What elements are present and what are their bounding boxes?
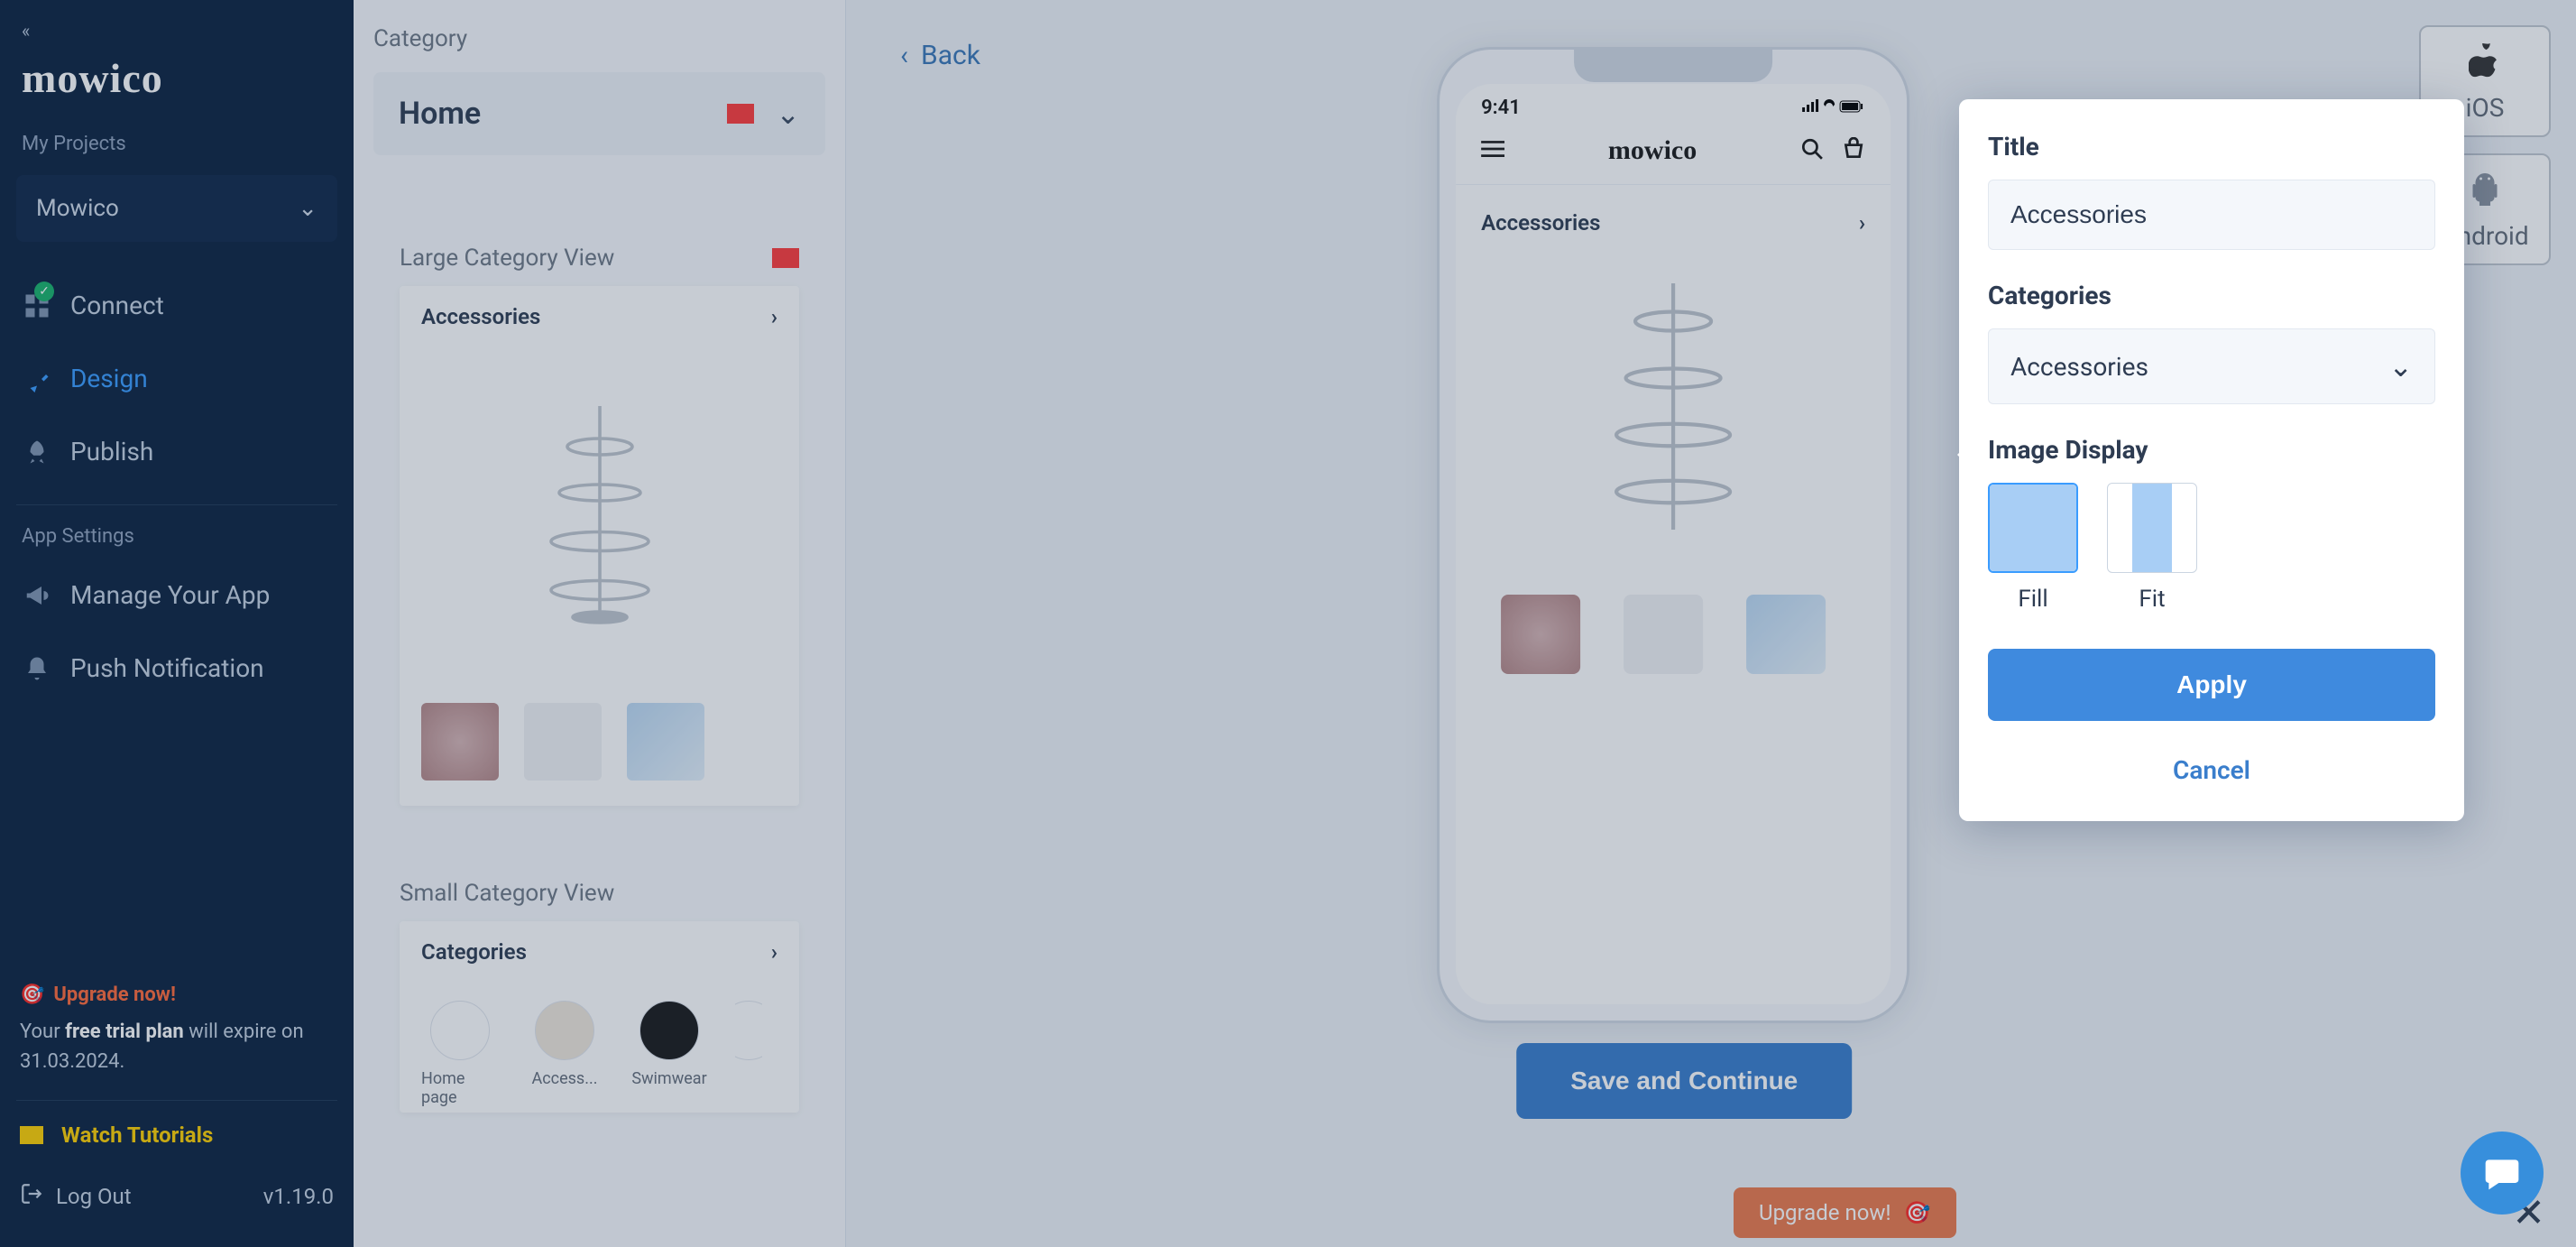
android-icon	[2469, 171, 2501, 214]
title-input[interactable]	[1988, 180, 2435, 250]
phone-category-bar: Accessories ›	[1456, 185, 1891, 261]
image-display-label: Image Display	[1988, 435, 2435, 465]
apply-button[interactable]: Apply	[1988, 649, 2435, 721]
small-cat-item	[735, 1001, 762, 1107]
divider	[16, 1100, 337, 1101]
small-cat-item: Home page	[421, 1001, 499, 1107]
collapse-sidebar-button[interactable]: «	[0, 16, 354, 54]
apple-icon	[2469, 43, 2501, 86]
ticket-icon	[772, 248, 799, 268]
property-panel: Title Categories Accessories ⌄ Image Dis…	[1959, 99, 2464, 821]
page-name: Home	[399, 96, 481, 132]
chat-icon	[2482, 1153, 2522, 1193]
project-selector[interactable]: Mowico ⌄	[16, 175, 337, 242]
nav-label: Publish	[70, 437, 153, 466]
rocket-icon	[23, 439, 51, 466]
logo: mowico	[0, 54, 354, 116]
nav-publish[interactable]: Publish	[0, 415, 354, 488]
cancel-button[interactable]: Cancel	[1988, 739, 2435, 790]
trial-text: Your free trial plan will expire on 31.0…	[20, 1017, 334, 1076]
project-name: Mowico	[36, 195, 119, 222]
product-main-image	[400, 347, 799, 681]
phone-thumbs	[1456, 559, 1891, 710]
sidebar: « mowico My Projects Mowico ⌄ ✓ Connect …	[0, 0, 354, 1247]
check-badge-icon: ✓	[34, 282, 54, 301]
hamburger-icon	[1481, 140, 1504, 162]
upgrade-banner-button[interactable]: Upgrade now! 🎯	[1734, 1187, 1956, 1238]
chevron-right-icon: ›	[771, 304, 777, 329]
nav-push-notification[interactable]: Push Notification	[0, 632, 354, 705]
thumb-image	[1501, 595, 1580, 674]
large-preview: Accessories ›	[400, 286, 799, 806]
config-panel: Category Home ⌄ Large Category View Acce…	[354, 0, 846, 1247]
pin-icon	[23, 365, 51, 393]
search-icon	[1800, 137, 1824, 164]
small-cat-item: Access...	[526, 1001, 603, 1107]
trial-info: 🎯 Upgrade now! Your free trial plan will…	[0, 964, 354, 1084]
upgrade-link[interactable]: 🎯 Upgrade now!	[20, 980, 176, 1010]
nav-label: Push Notification	[70, 653, 264, 683]
megaphone-icon	[23, 582, 51, 609]
back-button[interactable]: ‹ Back	[882, 22, 998, 71]
thumb-image	[524, 703, 602, 781]
app-settings-label: App Settings	[0, 509, 354, 559]
nav-connect[interactable]: ✓ Connect	[0, 269, 354, 342]
page-selector[interactable]: Home ⌄	[373, 72, 825, 155]
thumb-image	[1624, 595, 1703, 674]
nav-design[interactable]: Design	[0, 342, 354, 415]
thumb-image	[627, 703, 704, 781]
status-time: 9:41	[1481, 97, 1521, 119]
chevron-down-icon: ⌄	[2388, 349, 2413, 383]
categories-select[interactable]: Accessories ⌄	[1988, 328, 2435, 404]
chat-button[interactable]	[2461, 1132, 2544, 1215]
phone-main-image	[1456, 261, 1891, 559]
bell-icon	[23, 655, 51, 682]
watch-tutorials-link[interactable]: Watch Tutorials	[0, 1104, 354, 1166]
divider	[16, 504, 337, 505]
version-label: v1.19.0	[263, 1184, 334, 1209]
upgrade-banner: Upgrade now! 🎯 ✕	[1692, 1178, 2576, 1247]
basket-icon	[1842, 137, 1865, 164]
large-view-label: Large Category View	[400, 245, 614, 272]
ticket-icon	[20, 1126, 43, 1144]
thumb-image	[1746, 595, 1826, 674]
chevron-right-icon: ›	[1859, 210, 1865, 236]
status-icons	[1802, 97, 1865, 119]
chevron-down-icon: ⌄	[298, 195, 317, 222]
save-continue-button[interactable]: Save and Continue	[1516, 1043, 1852, 1119]
thumb-image	[421, 703, 499, 781]
phone-preview: 9:41	[1437, 47, 1909, 1023]
large-category-card[interactable]: Large Category View Accessories ›	[373, 229, 825, 828]
my-projects-label: My Projects	[0, 116, 354, 166]
nav-label: Design	[70, 364, 148, 393]
brand-text: mowico	[22, 55, 163, 101]
image-display-fit-option[interactable]: Fit	[2107, 483, 2197, 613]
categories-label: Categories	[1988, 281, 2435, 310]
chevron-right-icon: ›	[771, 939, 777, 965]
phone-logo: mowico	[1504, 135, 1800, 166]
nav-manage-app[interactable]: Manage Your App	[0, 559, 354, 632]
thumbs-row	[400, 681, 799, 806]
nav-label: Manage Your App	[70, 580, 270, 610]
logout-icon	[20, 1182, 43, 1211]
config-title: Category	[373, 25, 825, 52]
target-icon: 🎯	[1904, 1200, 1931, 1225]
image-display-fill-option[interactable]: Fill	[1988, 483, 2078, 613]
ticket-icon	[727, 104, 754, 124]
small-cat-item: Swimwear	[630, 1001, 708, 1107]
logout-button[interactable]: Log Out	[20, 1182, 132, 1211]
target-icon: 🎯	[20, 980, 44, 1010]
preview-category-name: Accessories	[421, 304, 540, 329]
chevron-left-icon: ‹	[900, 40, 908, 71]
small-categories-header: Categories	[421, 939, 527, 965]
small-view-label: Small Category View	[400, 880, 614, 907]
phone-notch	[1574, 50, 1772, 82]
small-preview: Categories › Home page Access... Swimwea…	[400, 921, 799, 1113]
nav-label: Connect	[70, 291, 164, 320]
chevron-down-icon: ⌄	[776, 97, 800, 131]
title-label: Title	[1988, 132, 2435, 162]
small-category-card[interactable]: Small Category View Categories › Home pa…	[373, 864, 825, 1135]
